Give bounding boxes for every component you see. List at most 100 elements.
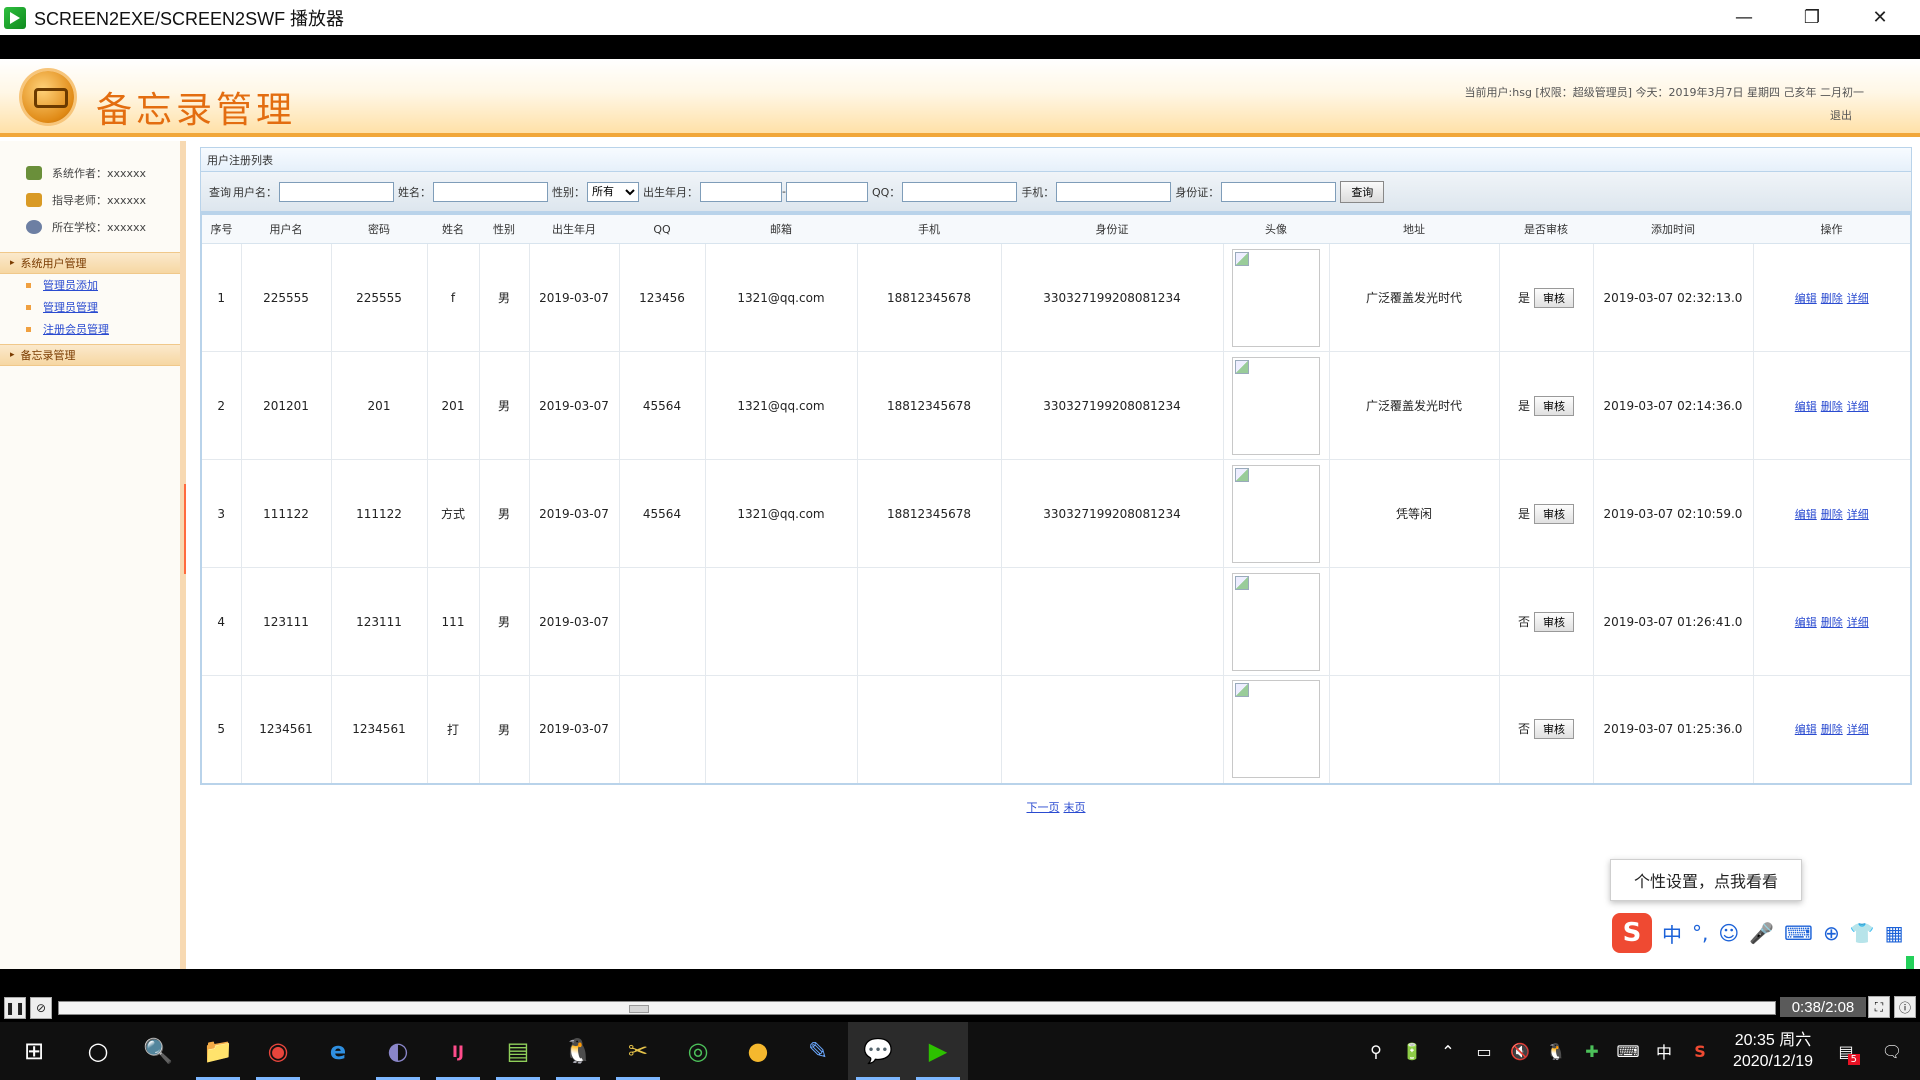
audit-button[interactable]: 审核 <box>1534 287 1574 308</box>
phone-input[interactable] <box>1056 181 1172 202</box>
sogou-tray-icon[interactable]: S <box>1682 1042 1718 1061</box>
edge-icon[interactable]: e <box>308 1022 368 1080</box>
birth-from-input[interactable] <box>700 181 782 202</box>
file-explorer-icon[interactable]: 📁 <box>188 1022 248 1080</box>
menu-item-member-manage[interactable]: 注册会员管理 <box>0 318 180 340</box>
app-viewport: 备忘录管理 当前用户:hsg [权限：超级管理员] 今天：2019年3月7日 星… <box>0 59 1920 969</box>
microphone-icon[interactable]: 🎤 <box>1749 921 1774 945</box>
eclipse-icon[interactable]: ◐ <box>368 1022 428 1080</box>
detail-link[interactable]: 详细 <box>1847 616 1869 629</box>
search-icon[interactable]: 🔍 <box>128 1022 188 1080</box>
audit-button[interactable]: 审核 <box>1534 503 1574 524</box>
audited-value: 否 <box>1517 722 1530 737</box>
edit-link[interactable]: 编辑 <box>1795 400 1817 413</box>
cell-password: 1234561 <box>330 675 427 784</box>
cell-phone <box>856 567 1001 676</box>
sogou-logo-icon[interactable]: S <box>1612 913 1652 953</box>
minimize-button[interactable]: — <box>1710 0 1778 35</box>
people-icon[interactable]: ⚲ <box>1358 1042 1394 1061</box>
audit-button[interactable]: 审核 <box>1534 719 1574 740</box>
menu-item-admin-manage[interactable]: 管理员管理 <box>0 296 180 318</box>
close-button[interactable]: ✕ <box>1846 0 1914 35</box>
keyboard-icon[interactable]: ⌨ <box>1784 921 1813 945</box>
table-row: 3 111122 111122 方式 男 2019-03-07 45564 13… <box>201 459 1911 568</box>
app-yellow-icon[interactable]: ● <box>728 1022 788 1080</box>
delete-link[interactable]: 删除 <box>1821 508 1843 521</box>
col-no: 序号 <box>201 213 241 244</box>
battery-app-icon[interactable]: 🔋 <box>1394 1042 1430 1061</box>
audit-button[interactable]: 审核 <box>1534 395 1574 416</box>
toolbox-icon[interactable]: ⊕ <box>1823 921 1840 945</box>
idcard-input[interactable] <box>1221 181 1337 202</box>
cell-no: 3 <box>201 459 241 568</box>
stop-icon[interactable]: ⊘ <box>30 996 52 1019</box>
intellij-icon[interactable]: IJ <box>428 1022 488 1080</box>
delete-link[interactable]: 删除 <box>1821 616 1843 629</box>
input-language-indicator[interactable]: 中 <box>1646 1039 1682 1063</box>
next-page-link[interactable]: 下一页 <box>1027 801 1060 814</box>
action-center-icon[interactable]: 🗨 <box>1864 1042 1920 1061</box>
delete-link[interactable]: 删除 <box>1821 400 1843 413</box>
edit-link[interactable]: 编辑 <box>1795 616 1817 629</box>
tools-icon[interactable]: ✂ <box>608 1022 668 1080</box>
browser-360-icon[interactable]: ◎ <box>668 1022 728 1080</box>
chevron-up-icon[interactable]: ⌃ <box>1430 1042 1466 1061</box>
menu-group-user-management[interactable]: ▸ 系统用户管理 <box>0 252 180 274</box>
audited-value: 否 <box>1517 614 1530 629</box>
display-icon[interactable]: ▭ <box>1466 1042 1502 1061</box>
cell-username: 123111 <box>240 567 331 676</box>
cortana-icon[interactable]: ○ <box>68 1022 128 1080</box>
ime-tooltip[interactable]: 个性设置，点我看看 <box>1610 859 1802 901</box>
qq-icon[interactable]: 🐧 <box>548 1022 608 1080</box>
detail-link[interactable]: 详细 <box>1847 292 1869 305</box>
edit-link[interactable]: 编辑 <box>1795 292 1817 305</box>
pen-icon[interactable]: ✎ <box>788 1022 848 1080</box>
delete-link[interactable]: 删除 <box>1821 723 1843 736</box>
edit-link[interactable]: 编辑 <box>1795 723 1817 736</box>
security-icon[interactable]: ✚ <box>1574 1042 1610 1061</box>
name-input[interactable] <box>433 181 548 202</box>
logout-link[interactable]: 退出 <box>1830 107 1852 123</box>
birth-to-input[interactable] <box>785 181 868 202</box>
fit-screen-icon[interactable]: ⛶ <box>1868 996 1890 1018</box>
wechat-icon[interactable]: 💬 <box>848 1022 908 1080</box>
member-manage-link[interactable]: 注册会员管理 <box>43 321 109 337</box>
edit-link[interactable]: 编辑 <box>1795 508 1817 521</box>
cell-address: 凭等闲 <box>1328 459 1499 568</box>
username-input[interactable] <box>279 181 394 202</box>
qq-input[interactable] <box>902 181 1018 202</box>
more-grid-icon[interactable]: ▦ <box>1885 921 1904 945</box>
query-button[interactable]: 查询 <box>1340 180 1385 203</box>
delete-link[interactable]: 删除 <box>1821 292 1843 305</box>
menu-item-admin-add[interactable]: 管理员添加 <box>0 274 180 296</box>
ime-punct-toggle[interactable]: °, <box>1692 921 1708 945</box>
clock[interactable]: 20:35 周六 2020/12/19 <box>1718 1030 1828 1072</box>
menu-group-memo-management[interactable]: ▸ 备忘录管理 <box>0 344 180 366</box>
chrome-icon[interactable]: ◉ <box>248 1022 308 1080</box>
detail-link[interactable]: 详细 <box>1847 723 1869 736</box>
gender-select[interactable]: 所有 <box>587 181 639 202</box>
notepad-icon[interactable]: ▤ <box>488 1022 548 1080</box>
detail-link[interactable]: 详细 <box>1847 400 1869 413</box>
screen-player-icon[interactable]: ▶ <box>908 1022 968 1080</box>
audit-button[interactable]: 审核 <box>1534 611 1574 632</box>
last-page-link[interactable]: 末页 <box>1064 801 1086 814</box>
start-icon[interactable]: ⊞ <box>0 1022 68 1080</box>
volume-muted-icon[interactable]: 🔇 <box>1502 1042 1538 1061</box>
keyboard-tray-icon[interactable]: ⌨ <box>1610 1042 1646 1061</box>
admin-manage-link[interactable]: 管理员管理 <box>43 299 98 315</box>
birth-label: 出生年月： <box>643 185 698 199</box>
restore-button[interactable]: ❐ <box>1778 0 1846 35</box>
detail-link[interactable]: 详细 <box>1847 508 1869 521</box>
pause-icon[interactable]: ❚❚ <box>4 996 26 1019</box>
qq-tray-icon[interactable]: 🐧 <box>1538 1042 1574 1061</box>
ime-mode-toggle[interactable]: 中 <box>1662 919 1682 948</box>
skin-icon[interactable]: 👕 <box>1850 921 1875 945</box>
emoji-icon[interactable]: ☺ <box>1718 921 1739 945</box>
seek-thumb[interactable] <box>629 1005 649 1013</box>
notification-icon[interactable]: ▤ 5 <box>1828 1042 1864 1065</box>
seek-bar[interactable] <box>58 1001 1776 1015</box>
info-icon[interactable]: ⓘ <box>1894 996 1916 1018</box>
admin-add-link[interactable]: 管理员添加 <box>43 277 98 293</box>
sidebar: 系统作者：xxxxxx 指导老师：xxxxxx 所在学校：xxxxxx ▸ 系统用… <box>0 141 186 969</box>
